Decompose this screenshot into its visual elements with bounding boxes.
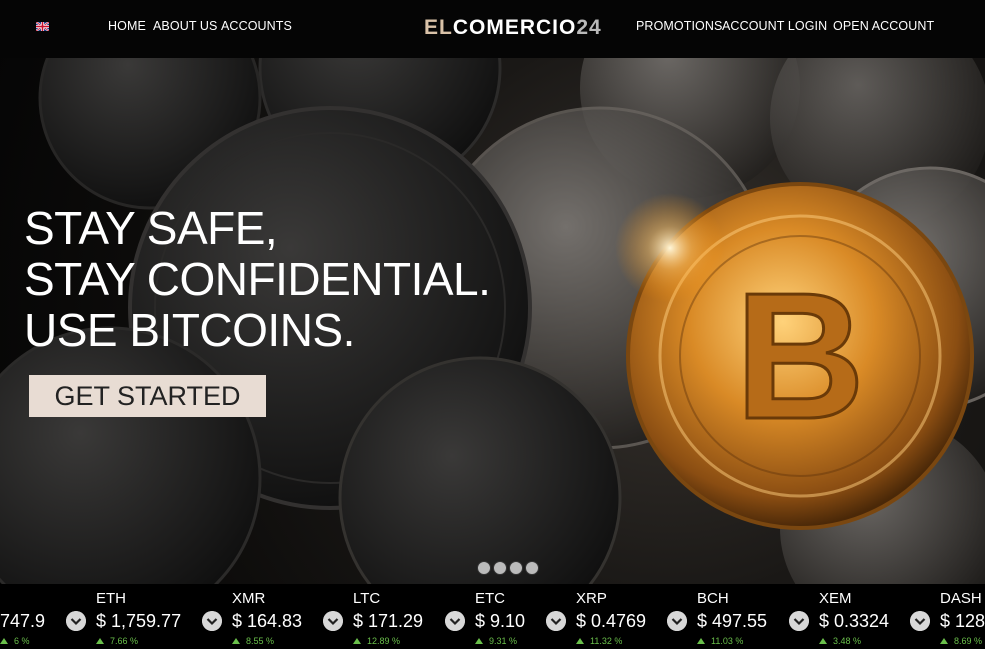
ticker-change: 9.31 %	[475, 636, 517, 646]
chevron-down-icon[interactable]	[445, 611, 465, 631]
ticker-symbol: BCH	[697, 590, 729, 607]
chevron-down-icon[interactable]	[667, 611, 687, 631]
ticker-price: 747.9	[0, 611, 46, 631]
hero-slider: B STAY SAFE, STAY CONFIDENTIAL. USE BITC…	[0, 58, 985, 584]
ticker-change: 8.69 %	[940, 636, 982, 646]
up-arrow-icon	[475, 638, 483, 644]
nav-account-login-link[interactable]: ACCOUNT LOGIN	[722, 19, 827, 33]
nav-open-account-link[interactable]: OPEN ACCOUNT	[833, 19, 934, 33]
headline-line-1: STAY SAFE,	[24, 202, 278, 254]
ticker-change: 7.66 %	[96, 636, 138, 646]
slider-dot-4[interactable]	[525, 561, 539, 575]
ticker-symbol: LTC	[353, 590, 381, 607]
chevron-down-icon[interactable]	[323, 611, 343, 631]
ticker-price: $ 164.83	[232, 611, 303, 631]
ticker-symbol: ETC	[475, 590, 505, 607]
logo-part-24: 24	[576, 16, 602, 39]
svg-text:B: B	[735, 256, 865, 457]
logo-part-el: EL	[424, 16, 453, 39]
ticker-price: $ 497.55	[697, 611, 768, 631]
site-logo[interactable]: ELCOMERCIO24	[424, 16, 602, 40]
ticker-symbol: ETH	[96, 590, 126, 607]
up-arrow-icon	[353, 638, 361, 644]
ticker-symbol: DASH	[940, 590, 982, 607]
chevron-down-icon[interactable]	[66, 611, 86, 631]
ticker-change: 6 %	[0, 636, 30, 646]
headline-line-2: STAY CONFIDENTIAL.	[24, 253, 491, 305]
up-arrow-icon	[819, 638, 827, 644]
uk-flag-icon[interactable]	[36, 22, 49, 31]
slider-pagination	[477, 561, 541, 575]
slider-dot-3[interactable]	[509, 561, 523, 575]
up-arrow-icon	[0, 638, 8, 644]
ticker-price: $ 1,759.77	[96, 611, 182, 631]
chevron-down-icon[interactable]	[202, 611, 222, 631]
nav-about-us-link[interactable]: ABOUT US	[153, 19, 217, 33]
ticker-change: 11.03 %	[697, 636, 743, 646]
ticker-price: $ 0.3324	[819, 611, 890, 631]
ticker-price: $ 128	[940, 611, 985, 631]
nav-home-link[interactable]: HOME	[108, 19, 146, 33]
ticker-price: $ 171.29	[353, 611, 424, 631]
ticker-symbol: XEM	[819, 590, 852, 607]
ticker-change: 3.48 %	[819, 636, 861, 646]
nav-promotions-link[interactable]: PROMOTIONS	[636, 19, 722, 33]
logo-part-comercio: COMERCIO	[452, 16, 577, 39]
nav-accounts-link[interactable]: ACCOUNTS	[221, 19, 292, 33]
ticker-symbol: XMR	[232, 590, 266, 607]
up-arrow-icon	[96, 638, 104, 644]
slider-dot-1[interactable]	[477, 561, 491, 575]
hero-headline: STAY SAFE, STAY CONFIDENTIAL. USE BITCOI…	[24, 202, 491, 356]
up-arrow-icon	[232, 638, 240, 644]
chevron-down-icon[interactable]	[910, 611, 930, 631]
ticker-change: 12.89 %	[353, 636, 400, 646]
headline-line-3: USE BITCOINS.	[24, 304, 355, 356]
up-arrow-icon	[576, 638, 584, 644]
ticker-price: $ 0.4769	[576, 611, 647, 631]
ticker-change: 8.55 %	[232, 636, 274, 646]
up-arrow-icon	[697, 638, 705, 644]
chevron-down-icon[interactable]	[546, 611, 566, 631]
top-navigation-bar: HOME ABOUT US ACCOUNTS ELCOMERCIO24 PROM…	[0, 0, 985, 58]
ticker-symbol: XRP	[576, 590, 607, 607]
up-arrow-icon	[940, 638, 948, 644]
get-started-button[interactable]: GET STARTED	[29, 375, 266, 417]
chevron-down-icon[interactable]	[789, 611, 809, 631]
crypto-price-ticker: 747.9 6 % ETH $ 1,759.77 7.66 % XMR $ 16…	[0, 584, 985, 649]
slider-dot-2[interactable]	[493, 561, 507, 575]
ticker-price: $ 9.10	[475, 611, 526, 631]
ticker-change: 11.32 %	[576, 636, 622, 646]
